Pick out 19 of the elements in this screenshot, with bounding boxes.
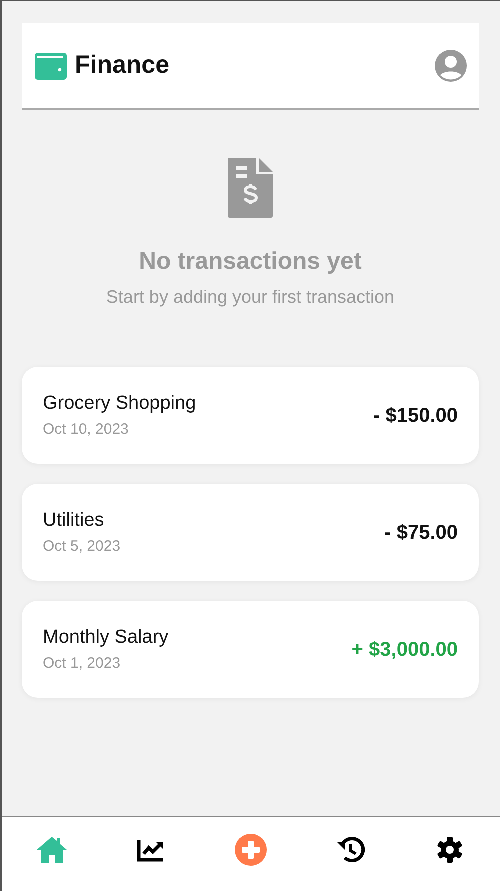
- invoice-icon: [228, 158, 274, 218]
- transaction-name: Monthly Salary: [43, 626, 169, 650]
- wallet-icon: [34, 50, 67, 80]
- empty-state-title: No transactions yet: [139, 247, 362, 277]
- transaction-amount: - $150.00: [373, 404, 458, 428]
- app-title: Finance: [75, 50, 170, 81]
- transaction-date: Oct 1, 2023: [43, 654, 122, 674]
- empty-state-subtitle: Start by adding your first transaction: [106, 286, 395, 309]
- transaction-name: Grocery Shopping: [43, 392, 196, 416]
- transaction-date: Oct 5, 2023: [43, 536, 121, 556]
- transaction-card[interactable]: Grocery Shopping Oct 10, 2023 - $150.00: [22, 367, 479, 464]
- profile-icon[interactable]: [435, 50, 467, 82]
- transaction-card[interactable]: Monthly Salary Oct 1, 2023 + $3,000.00: [22, 601, 479, 698]
- transaction-name: Utilities: [43, 509, 106, 533]
- transaction-card[interactable]: Utilities Oct 5, 2023 - $75.00: [22, 484, 479, 581]
- transaction-date: Oct 10, 2023: [43, 420, 130, 440]
- add-icon[interactable]: [232, 832, 269, 868]
- transaction-amount: - $75.00: [384, 520, 458, 546]
- transaction-amount: + $3,000.00: [352, 638, 458, 662]
